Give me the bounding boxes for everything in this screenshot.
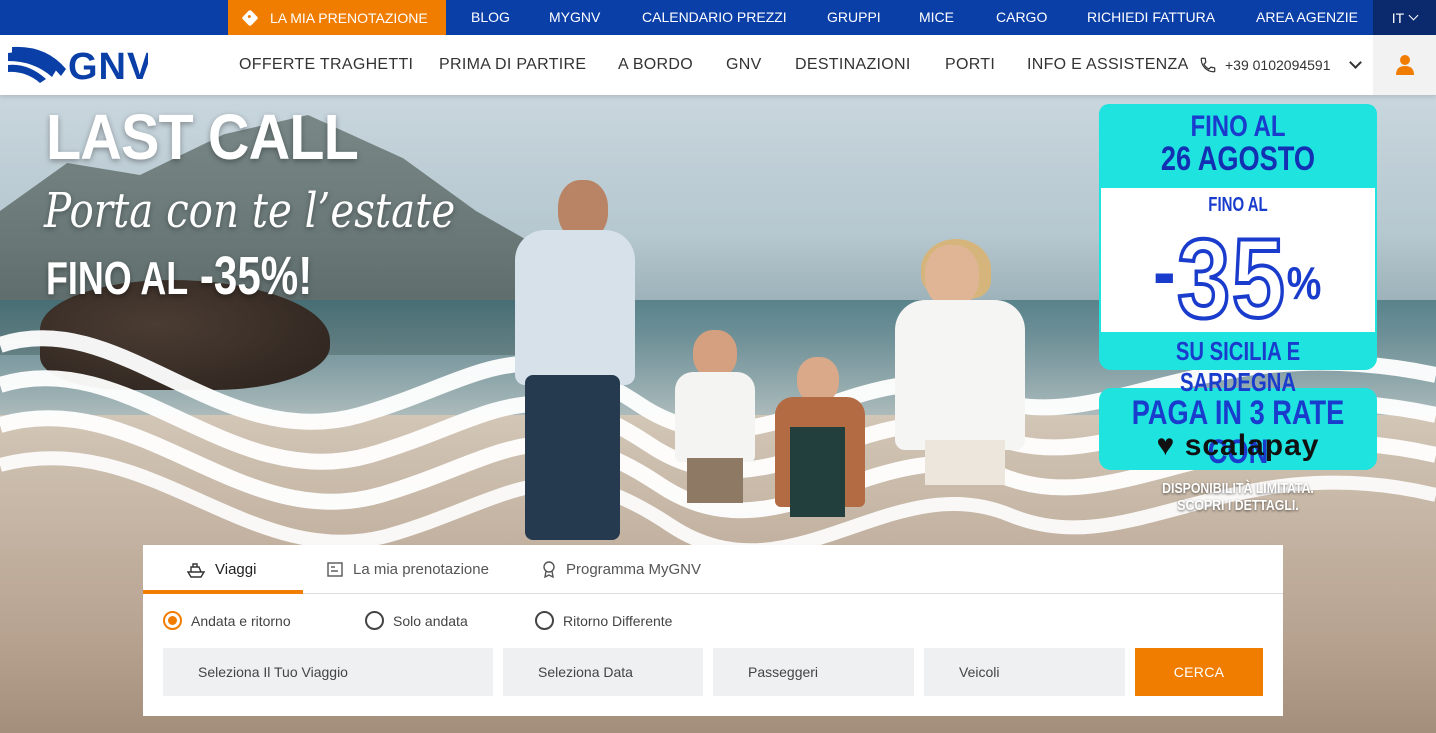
main-navigation: GNV OFFERTE TRAGHETTI PRIMA DI PARTIRE A… [0,35,1436,95]
nav-porti[interactable]: PORTI [945,35,995,95]
top-link-richiedi-fattura[interactable]: RICHIEDI FATTURA [1087,0,1215,35]
passengers-field[interactable]: Passeggeri [713,648,914,696]
logo-text: GNV [68,46,148,85]
photo-father [470,180,670,550]
radio-ritorno-differente[interactable]: Ritorno Differente [535,611,672,630]
radio-ritorno-differente-label: Ritorno Differente [563,612,673,629]
promo-disclaimer-line2: SCOPRI I DETTAGLI. [1177,497,1299,514]
nav-info-e-assistenza[interactable]: INFO E ASSISTENZA [1027,35,1189,95]
tab-viaggi[interactable]: Viaggi [187,545,256,594]
hero-offer: FINO AL -35%! [46,245,312,307]
promo-discount-sign: % [1286,257,1324,309]
language-selector[interactable]: IT [1373,0,1436,35]
tab-la-mia-prenotazione[interactable]: La mia prenotazione [327,545,489,594]
top-link-mygnv[interactable]: MYGNV [549,0,600,35]
trip-select-field[interactable]: Seleziona Il Tuo Viaggio [163,648,493,696]
radio-andata-e-ritorno[interactable]: Andata e ritorno [163,611,291,630]
promo-until-label: FINO AL [1190,110,1286,143]
top-utility-bar: LA MIA PRENOTAZIONE BLOG MYGNV CALENDARI… [0,0,1436,35]
phone-contact[interactable]: +39 0102094591 [1199,35,1362,95]
top-link-area-agenzie[interactable]: AREA AGENZIE [1256,0,1358,35]
promo-disclaimer-line1: DISPONIBILITÀ LIMITATA. [1162,480,1314,497]
tab-la-mia-prenotazione-label: La mia prenotazione [353,561,489,578]
hero-offer-value: -35%! [199,246,313,306]
booking-widget: Viaggi La mia prenotazione Programma MyG… [143,545,1283,716]
gnv-logo[interactable]: GNV [6,45,148,85]
medal-icon [543,561,555,578]
nav-destinazioni[interactable]: DESTINAZIONI [795,35,911,95]
language-label: IT [1391,9,1405,26]
ship-icon [187,562,205,578]
promo-until-date: 26 AGOSTO [1160,140,1316,178]
top-link-gruppi[interactable]: GRUPPI [827,0,881,35]
hero-offer-prefix: FINO AL [46,252,189,304]
scalapay-label: scalapay [1184,429,1320,462]
active-tab-indicator [143,590,303,594]
radio-empty-icon [535,611,554,630]
user-icon [1395,55,1414,75]
date-select-field[interactable]: Seleziona Data [503,648,703,696]
promo-disclaimer[interactable]: DISPONIBILITÀ LIMITATA. SCOPRI I DETTAGL… [1124,480,1352,514]
photo-mother [895,239,1035,505]
chevron-down-icon [1348,56,1362,69]
booking-tabs: Viaggi La mia prenotazione Programma MyG… [143,545,1283,594]
promo-discount: -35% [1120,214,1356,343]
search-button[interactable]: CERCA [1135,648,1263,696]
nav-a-bordo[interactable]: A BORDO [618,35,693,95]
tab-programma-mygnv-label: Programma MyGNV [566,561,702,578]
nav-gnv[interactable]: GNV [726,35,762,95]
hero-subtitle: Porta con te l’estate [44,183,456,239]
tab-programma-mygnv[interactable]: Programma MyGNV [542,545,701,594]
ticket-icon [327,562,343,577]
nav-prima-di-partire[interactable]: PRIMA DI PARTIRE [439,35,586,95]
photo-girl [775,357,870,527]
chevron-down-icon [1408,10,1419,21]
radio-solo-andata-label: Solo andata [393,612,468,629]
radio-empty-icon [365,611,384,630]
promo-discount-value: 35 [1176,214,1287,343]
radio-solo-andata[interactable]: Solo andata [365,611,468,630]
radio-selected-icon [163,611,182,630]
heart-icon: ♥ [1156,429,1176,462]
my-booking-label: LA MIA PRENOTAZIONE [270,9,428,26]
radio-andata-e-ritorno-label: Andata e ritorno [191,612,291,629]
nav-offerte-traghetti[interactable]: OFFERTE TRAGHETTI [239,35,413,95]
top-link-blog[interactable]: BLOG [471,0,510,35]
my-booking-link[interactable]: LA MIA PRENOTAZIONE [228,0,446,35]
top-link-calendario-prezzi[interactable]: CALENDARIO PREZZI [642,0,787,35]
top-link-mice[interactable]: MICE [919,0,954,35]
tab-viaggi-label: Viaggi [215,561,257,578]
phone-number: +39 0102094591 [1225,57,1331,73]
user-account-button[interactable] [1373,35,1436,95]
photo-boy [665,330,765,530]
promo-discount-minus: - [1152,227,1178,316]
promo-routes: SU SICILIA E SARDEGNA [1175,336,1301,397]
tag-icon [241,9,259,26]
scalapay-logo: ♥ scalapay [1099,429,1377,463]
top-link-cargo[interactable]: CARGO [996,0,1047,35]
hero-title: LAST CALL [46,101,359,173]
phone-icon [1200,57,1216,73]
vehicles-field[interactable]: Veicoli [924,648,1125,696]
